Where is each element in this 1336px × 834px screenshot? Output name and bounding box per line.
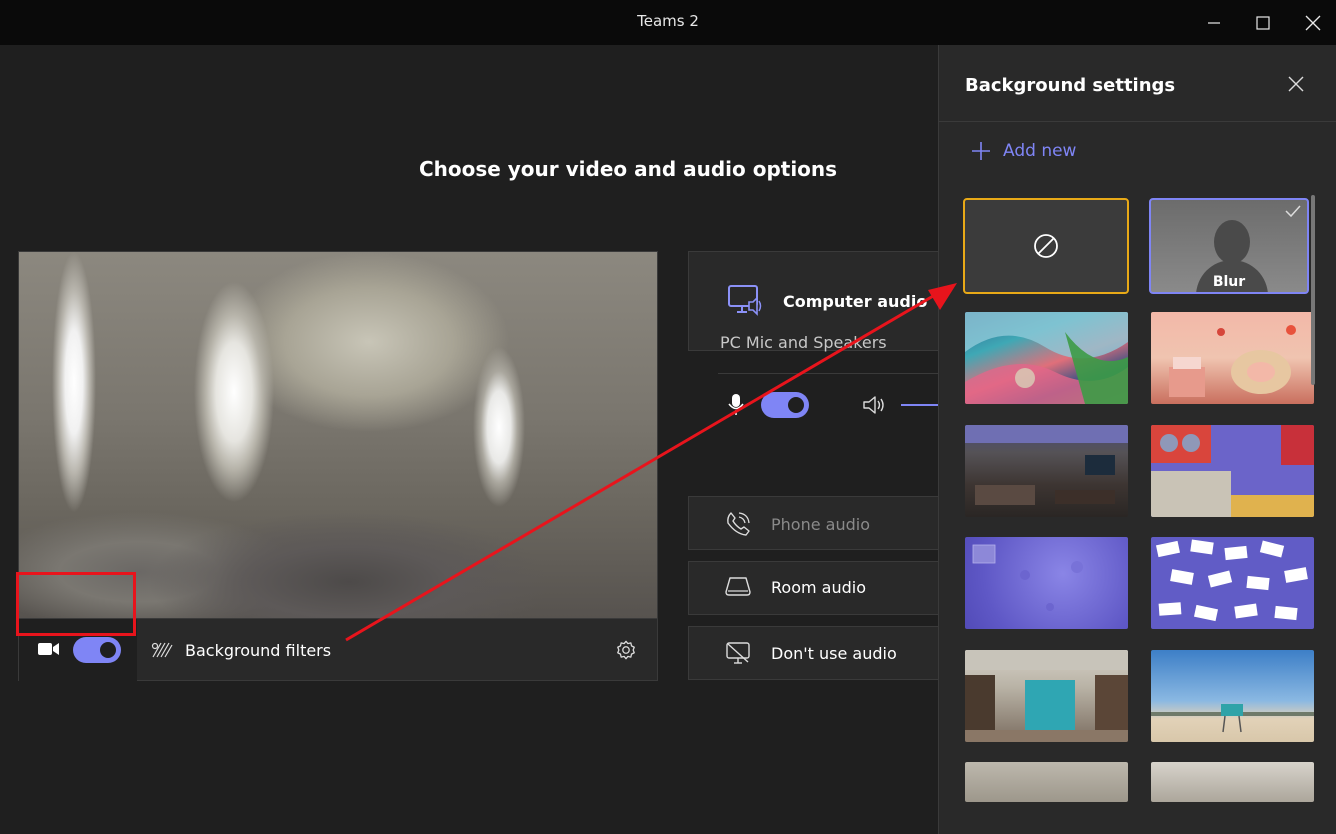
close-icon [1305, 15, 1321, 30]
background-pantone-cards[interactable] [1151, 537, 1314, 629]
abstract-waves-art [965, 312, 1128, 404]
room-audio-icon [725, 577, 751, 596]
background-room-partial-1[interactable] [965, 762, 1128, 802]
background-blur-option[interactable]: Blur [1149, 198, 1309, 294]
camera-preview [19, 252, 657, 618]
room-audio-label: Room audio [771, 577, 866, 597]
background-filters-icon [151, 642, 173, 658]
background-purple-texture[interactable] [965, 537, 1128, 629]
background-purple-room[interactable] [1151, 425, 1314, 517]
background-room-partial-2[interactable] [1151, 762, 1314, 802]
video-settings-button[interactable] [613, 637, 639, 663]
beach-art [1151, 704, 1314, 733]
close-window-button[interactable] [1288, 0, 1336, 45]
add-new-label: Add new [1003, 141, 1077, 161]
background-abstract-waves[interactable] [965, 312, 1128, 404]
audio-device-label[interactable]: PC Mic and Speakers [720, 333, 887, 352]
divider [718, 373, 938, 374]
maximize-icon [1256, 15, 1270, 30]
blur-label: Blur [1212, 274, 1246, 290]
background-none-option[interactable] [963, 198, 1129, 294]
maximize-button[interactable] [1238, 0, 1288, 45]
no-background-icon [1034, 234, 1058, 258]
microphone-toggle[interactable] [761, 392, 809, 418]
close-icon [1288, 76, 1304, 92]
purple-texture-art [972, 544, 1083, 611]
dont-use-audio-label: Don't use audio [771, 643, 897, 663]
background-filters-label: Background filters [185, 640, 332, 660]
panel-header: Background settings [939, 45, 1336, 122]
volume-slider[interactable] [901, 404, 938, 406]
gear-icon [617, 640, 635, 660]
speaker-icon[interactable] [862, 394, 886, 416]
title-bar: Teams 2 [0, 0, 1336, 45]
annotation-highlight-box [16, 572, 136, 678]
checkmark-icon [1285, 205, 1301, 218]
mic-controls [726, 390, 938, 420]
page-title: Choose your video and audio options [418, 157, 838, 181]
room-audio-option[interactable]: Room audio [688, 561, 938, 615]
office-lockers-art [965, 650, 1128, 742]
purple-room-art [1151, 425, 1314, 517]
computer-audio-label: Computer audio [783, 291, 928, 311]
background-dessert-scene[interactable] [1151, 312, 1314, 404]
phone-audio-label: Phone audio [771, 514, 870, 534]
pantone-cards-art [1155, 539, 1308, 622]
computer-audio-icon [728, 285, 762, 316]
close-panel-button[interactable] [1285, 73, 1307, 95]
plus-icon [972, 142, 990, 160]
dessert-scene-art [1169, 325, 1296, 397]
minimize-button[interactable] [1189, 0, 1239, 45]
minimize-icon [1208, 21, 1220, 24]
background-settings-panel: Background settings Add new Blur [938, 45, 1336, 834]
add-new-background-button[interactable]: Add new [971, 141, 1076, 161]
no-audio-icon [726, 642, 750, 664]
background-beach[interactable] [1151, 650, 1314, 742]
dont-use-audio-option[interactable]: Don't use audio [688, 626, 938, 680]
background-filters-button[interactable]: Background filters [151, 637, 331, 663]
microphone-icon [728, 394, 744, 415]
living-room-art [965, 425, 1128, 505]
highlight-rectangle [16, 572, 136, 636]
phone-icon [727, 512, 750, 536]
window-title: Teams 2 [637, 12, 699, 30]
phone-audio-option[interactable]: Phone audio [688, 496, 938, 550]
panel-title: Background settings [965, 75, 1176, 96]
background-office-lockers[interactable] [965, 650, 1128, 742]
panel-scrollbar[interactable] [1311, 195, 1315, 385]
background-living-room[interactable] [965, 425, 1128, 517]
main-area: Choose your video and audio options Back… [0, 45, 938, 834]
